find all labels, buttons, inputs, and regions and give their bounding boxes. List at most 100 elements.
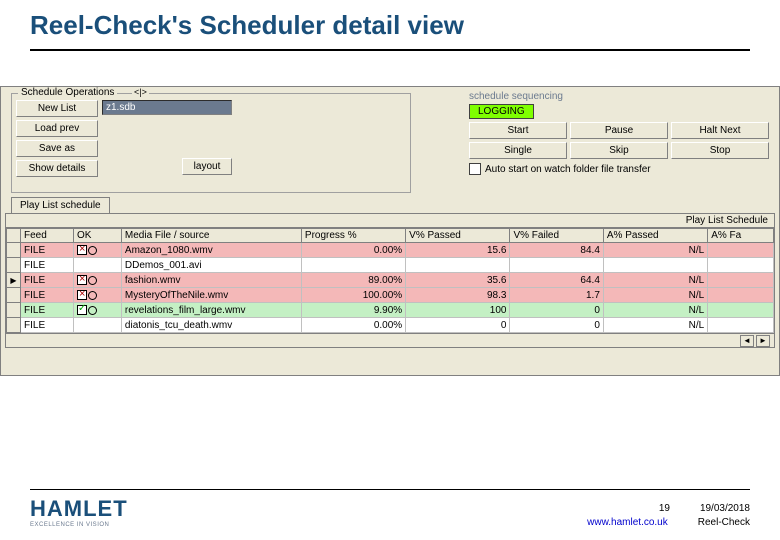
load-prev-button[interactable]: Load prev <box>16 120 98 137</box>
cell-afail <box>708 318 774 333</box>
nav-arrows[interactable]: <|> <box>132 87 149 97</box>
cell-media: DDemos_001.avi <box>121 258 301 273</box>
cell-ok <box>73 243 121 258</box>
cell-ok <box>73 288 121 303</box>
page-number: 19 <box>659 503 670 514</box>
horizontal-scrollbar[interactable]: ◄ ► <box>6 333 774 347</box>
sequencing-panel: schedule sequencing LOGGING Start Pause … <box>469 91 769 175</box>
col-feed[interactable]: Feed <box>21 229 74 243</box>
cell-vfail: 0 <box>510 303 603 318</box>
row-selector[interactable]: ▶ <box>7 273 21 288</box>
cell-feed: FILE <box>21 258 74 273</box>
cell-apass: N/L <box>603 273 707 288</box>
playlist-tab[interactable]: Play List schedule <box>11 197 110 213</box>
col-vpass[interactable]: V% Passed <box>406 229 510 243</box>
cell-vpass: 35.6 <box>406 273 510 288</box>
cell-media: revelations_film_large.wmv <box>121 303 301 318</box>
start-button[interactable]: Start <box>469 122 567 139</box>
single-button[interactable]: Single <box>469 142 567 159</box>
cell-vpass: 98.3 <box>406 288 510 303</box>
playlist-table-area: Play List Schedule Feed OK Media File / … <box>5 213 775 348</box>
cell-feed: FILE <box>21 318 74 333</box>
table-row[interactable]: FILEMysteryOfTheNile.wmv100.00%98.31.7N/… <box>7 288 774 303</box>
hamlet-logo: HAMLET EXCELLENCE IN VISION <box>30 496 128 528</box>
col-progress[interactable]: Progress % <box>301 229 405 243</box>
row-selector[interactable] <box>7 303 21 318</box>
schedule-ops-label: Schedule Operations <box>18 87 117 98</box>
cell-afail <box>708 243 774 258</box>
scroll-left-icon[interactable]: ◄ <box>740 335 754 347</box>
table-row[interactable]: ▶FILEfashion.wmv89.00%35.664.4N/L <box>7 273 774 288</box>
cell-feed: FILE <box>21 243 74 258</box>
table-row[interactable]: FILE revelations_film_large.wmv9.90%1000N… <box>7 303 774 318</box>
cell-apass: N/L <box>603 303 707 318</box>
cell-progress: 9.90% <box>301 303 405 318</box>
table-row[interactable]: FILE Amazon_1080.wmv0.00%15.684.4N/L <box>7 243 774 258</box>
cell-progress <box>301 258 405 273</box>
table-row[interactable]: FILE DDemos_001.avi <box>7 258 774 273</box>
cell-progress: 0.00% <box>301 318 405 333</box>
row-selector[interactable] <box>7 258 21 273</box>
cell-apass: N/L <box>603 318 707 333</box>
halt-next-button[interactable]: Halt Next <box>671 122 769 139</box>
cell-vpass: 15.6 <box>406 243 510 258</box>
footer-url[interactable]: www.hamlet.co.uk <box>587 517 668 528</box>
sequencing-label: schedule sequencing <box>469 91 563 102</box>
cell-vfail: 84.4 <box>510 243 603 258</box>
pause-button[interactable]: Pause <box>570 122 668 139</box>
col-media[interactable]: Media File / source <box>121 229 301 243</box>
cell-progress: 0.00% <box>301 243 405 258</box>
row-selector[interactable] <box>7 243 21 258</box>
playlist-caption: Play List Schedule <box>6 214 774 228</box>
footer-product: Reel-Check <box>698 517 750 528</box>
cell-vfail: 0 <box>510 318 603 333</box>
slide-footer: HAMLET EXCELLENCE IN VISION 19 19/03/201… <box>0 489 780 528</box>
cell-afail <box>708 258 774 273</box>
cell-progress: 89.00% <box>301 273 405 288</box>
app-window: Schedule Operations <|> New List Load pr… <box>0 86 780 376</box>
cell-ok <box>73 273 121 288</box>
auto-start-checkbox[interactable] <box>469 163 481 175</box>
cell-vpass: 0 <box>406 318 510 333</box>
save-as-button[interactable]: Save as <box>16 140 98 157</box>
skip-button[interactable]: Skip <box>570 142 668 159</box>
cell-media: Amazon_1080.wmv <box>121 243 301 258</box>
playlist-table: Feed OK Media File / source Progress % V… <box>6 228 774 333</box>
cell-media: diatonis_tcu_death.wmv <box>121 318 301 333</box>
cell-vfail <box>510 258 603 273</box>
cell-afail <box>708 303 774 318</box>
col-vfail[interactable]: V% Failed <box>510 229 603 243</box>
cell-media: fashion.wmv <box>121 273 301 288</box>
cell-afail <box>708 288 774 303</box>
schedule-file-field[interactable]: z1.sdb <box>102 100 232 115</box>
cell-apass: N/L <box>603 243 707 258</box>
cell-vfail: 1.7 <box>510 288 603 303</box>
new-list-button[interactable]: New List <box>16 100 98 117</box>
cell-feed: FILE <box>21 288 74 303</box>
cell-vpass <box>406 258 510 273</box>
col-ok[interactable]: OK <box>73 229 121 243</box>
title-underline <box>30 49 750 51</box>
cell-apass <box>603 258 707 273</box>
cell-progress: 100.00% <box>301 288 405 303</box>
scroll-right-icon[interactable]: ► <box>756 335 770 347</box>
cell-ok <box>73 318 121 333</box>
row-selector-header <box>7 229 21 243</box>
cell-feed: FILE <box>21 303 74 318</box>
cell-apass: N/L <box>603 288 707 303</box>
row-selector[interactable] <box>7 288 21 303</box>
cell-ok <box>73 258 121 273</box>
row-selector[interactable] <box>7 318 21 333</box>
cell-afail <box>708 273 774 288</box>
table-row[interactable]: FILEdiatonis_tcu_death.wmv0.00%00N/L <box>7 318 774 333</box>
show-details-button[interactable]: Show details <box>16 160 98 177</box>
slide-date: 19/03/2018 <box>700 503 750 514</box>
col-apass[interactable]: A% Passed <box>603 229 707 243</box>
col-afail[interactable]: A% Fa <box>708 229 774 243</box>
layout-button[interactable]: layout <box>182 158 232 175</box>
cell-vfail: 64.4 <box>510 273 603 288</box>
auto-start-label: Auto start on watch folder file transfer <box>485 164 651 175</box>
cell-vpass: 100 <box>406 303 510 318</box>
logging-status: LOGGING <box>469 104 534 119</box>
stop-button[interactable]: Stop <box>671 142 769 159</box>
